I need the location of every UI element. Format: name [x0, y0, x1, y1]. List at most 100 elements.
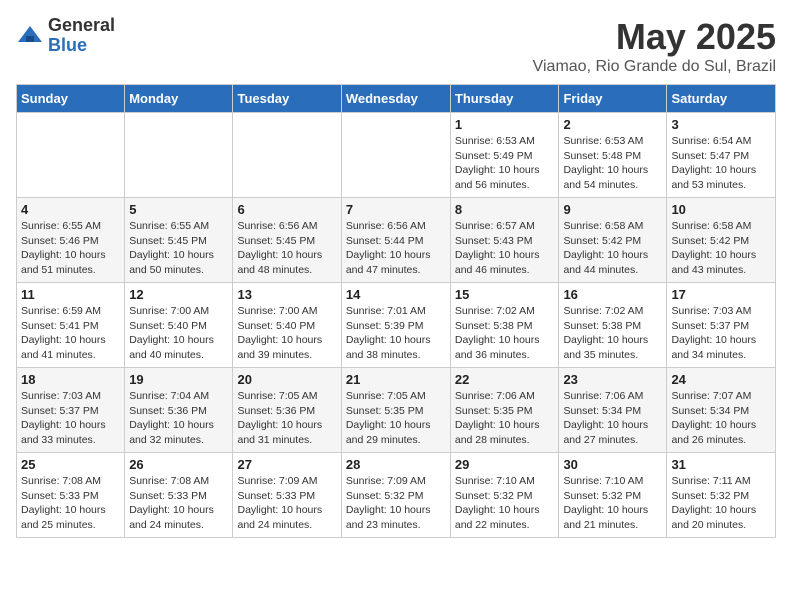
day-info: Sunrise: 6:56 AM Sunset: 5:44 PM Dayligh… — [346, 220, 431, 276]
calendar-cell: 23 Sunrise: 7:06 AM Sunset: 5:34 PM Dayli… — [559, 368, 667, 453]
calendar-cell: 18Sunrise: 7:03 AM Sunset: 5:37 PM Dayli… — [17, 368, 125, 453]
calendar-cell: 19 Sunrise: 7:04 AM Sunset: 5:36 PM Dayli… — [125, 368, 233, 453]
day-info: Sunrise: 7:05 AM Sunset: 5:36 PM Dayligh… — [237, 390, 322, 446]
day-number: 9 — [563, 202, 662, 217]
day-info: Sunrise: 7:04 AM Sunset: 5:36 PM Dayligh… — [129, 390, 214, 446]
day-info: Sunrise: 6:53 AM Sunset: 5:49 PM Dayligh… — [455, 135, 540, 191]
calendar-header-row: SundayMondayTuesdayWednesdayThursdayFrid… — [17, 85, 776, 113]
calendar-cell: 28 Sunrise: 7:09 AM Sunset: 5:32 PM Dayli… — [341, 453, 450, 538]
day-header-monday: Monday — [125, 85, 233, 113]
calendar-week-row: 25Sunrise: 7:08 AM Sunset: 5:33 PM Dayli… — [17, 453, 776, 538]
calendar-cell: 2Sunrise: 6:53 AM Sunset: 5:48 PM Daylig… — [559, 113, 667, 198]
day-number: 13 — [237, 287, 336, 302]
day-number: 6 — [237, 202, 336, 217]
calendar-cell: 22Sunrise: 7:06 AM Sunset: 5:35 PM Dayli… — [450, 368, 559, 453]
calendar-cell: 7 Sunrise: 6:56 AM Sunset: 5:44 PM Daylig… — [341, 198, 450, 283]
calendar-cell — [233, 113, 341, 198]
day-info: Sunrise: 6:57 AM Sunset: 5:43 PM Dayligh… — [455, 220, 540, 276]
calendar-cell: 9 Sunrise: 6:58 AM Sunset: 5:42 PM Daylig… — [559, 198, 667, 283]
day-info: Sunrise: 7:01 AM Sunset: 5:39 PM Dayligh… — [346, 305, 431, 361]
calendar-cell: 16Sunrise: 7:02 AM Sunset: 5:38 PM Dayli… — [559, 283, 667, 368]
day-header-thursday: Thursday — [450, 85, 559, 113]
day-header-friday: Friday — [559, 85, 667, 113]
day-header-wednesday: Wednesday — [341, 85, 450, 113]
day-header-sunday: Sunday — [17, 85, 125, 113]
calendar-cell: 5 Sunrise: 6:55 AM Sunset: 5:45 PM Daylig… — [125, 198, 233, 283]
day-number: 17 — [671, 287, 771, 302]
day-number: 29 — [455, 457, 555, 472]
day-info: Sunrise: 7:02 AM Sunset: 5:38 PM Dayligh… — [563, 305, 648, 361]
calendar-cell: 30 Sunrise: 7:10 AM Sunset: 5:32 PM Dayli… — [559, 453, 667, 538]
day-info: Sunrise: 6:58 AM Sunset: 5:42 PM Dayligh… — [563, 220, 648, 276]
calendar-cell: 26 Sunrise: 7:08 AM Sunset: 5:33 PM Dayli… — [125, 453, 233, 538]
calendar-cell: 21 Sunrise: 7:05 AM Sunset: 5:35 PM Dayli… — [341, 368, 450, 453]
day-number: 23 — [563, 372, 662, 387]
day-number: 30 — [563, 457, 662, 472]
day-info: Sunrise: 7:03 AM Sunset: 5:37 PM Dayligh… — [671, 305, 756, 361]
day-info: Sunrise: 7:06 AM Sunset: 5:34 PM Dayligh… — [563, 390, 648, 446]
day-info: Sunrise: 7:00 AM Sunset: 5:40 PM Dayligh… — [237, 305, 322, 361]
day-number: 24 — [671, 372, 771, 387]
month-title: May 2025 — [533, 16, 776, 58]
day-number: 20 — [237, 372, 336, 387]
day-info: Sunrise: 6:56 AM Sunset: 5:45 PM Dayligh… — [237, 220, 322, 276]
calendar-body: 1 Sunrise: 6:53 AM Sunset: 5:49 PM Daylig… — [17, 113, 776, 538]
logo-text: General Blue — [48, 16, 115, 56]
calendar-cell: 14Sunrise: 7:01 AM Sunset: 5:39 PM Dayli… — [341, 283, 450, 368]
calendar-cell: 8 Sunrise: 6:57 AM Sunset: 5:43 PM Daylig… — [450, 198, 559, 283]
calendar-week-row: 1 Sunrise: 6:53 AM Sunset: 5:49 PM Daylig… — [17, 113, 776, 198]
day-info: Sunrise: 7:00 AM Sunset: 5:40 PM Dayligh… — [129, 305, 214, 361]
calendar-cell — [341, 113, 450, 198]
day-number: 27 — [237, 457, 336, 472]
day-info: Sunrise: 7:10 AM Sunset: 5:32 PM Dayligh… — [563, 475, 648, 531]
logo-general-text: General — [48, 16, 115, 36]
day-number: 7 — [346, 202, 446, 217]
day-number: 5 — [129, 202, 228, 217]
calendar-table: SundayMondayTuesdayWednesdayThursdayFrid… — [16, 84, 776, 538]
day-info: Sunrise: 7:05 AM Sunset: 5:35 PM Dayligh… — [346, 390, 431, 446]
day-number: 26 — [129, 457, 228, 472]
calendar-cell: 29Sunrise: 7:10 AM Sunset: 5:32 PM Dayli… — [450, 453, 559, 538]
location-title: Viamao, Rio Grande do Sul, Brazil — [533, 58, 776, 76]
day-info: Sunrise: 7:07 AM Sunset: 5:34 PM Dayligh… — [671, 390, 756, 446]
day-number: 19 — [129, 372, 228, 387]
day-info: Sunrise: 7:11 AM Sunset: 5:32 PM Dayligh… — [671, 475, 756, 531]
day-number: 10 — [671, 202, 771, 217]
calendar-cell: 3Sunrise: 6:54 AM Sunset: 5:47 PM Daylig… — [667, 113, 776, 198]
title-area: May 2025 Viamao, Rio Grande do Sul, Braz… — [533, 16, 776, 76]
calendar-week-row: 18Sunrise: 7:03 AM Sunset: 5:37 PM Dayli… — [17, 368, 776, 453]
logo-blue-text: Blue — [48, 36, 115, 56]
day-info: Sunrise: 7:09 AM Sunset: 5:33 PM Dayligh… — [237, 475, 322, 531]
day-number: 15 — [455, 287, 555, 302]
calendar-cell: 10Sunrise: 6:58 AM Sunset: 5:42 PM Dayli… — [667, 198, 776, 283]
day-info: Sunrise: 7:02 AM Sunset: 5:38 PM Dayligh… — [455, 305, 540, 361]
day-number: 28 — [346, 457, 446, 472]
day-info: Sunrise: 6:55 AM Sunset: 5:45 PM Dayligh… — [129, 220, 214, 276]
calendar-cell: 13 Sunrise: 7:00 AM Sunset: 5:40 PM Dayli… — [233, 283, 341, 368]
day-info: Sunrise: 6:55 AM Sunset: 5:46 PM Dayligh… — [21, 220, 106, 276]
day-number: 4 — [21, 202, 120, 217]
day-info: Sunrise: 7:03 AM Sunset: 5:37 PM Dayligh… — [21, 390, 106, 446]
calendar-cell: 1 Sunrise: 6:53 AM Sunset: 5:49 PM Daylig… — [450, 113, 559, 198]
day-info: Sunrise: 7:08 AM Sunset: 5:33 PM Dayligh… — [21, 475, 106, 531]
day-info: Sunrise: 7:09 AM Sunset: 5:32 PM Dayligh… — [346, 475, 431, 531]
calendar-cell — [125, 113, 233, 198]
calendar-cell: 11Sunrise: 6:59 AM Sunset: 5:41 PM Dayli… — [17, 283, 125, 368]
day-header-tuesday: Tuesday — [233, 85, 341, 113]
day-info: Sunrise: 6:54 AM Sunset: 5:47 PM Dayligh… — [671, 135, 756, 191]
logo: General Blue — [16, 16, 115, 56]
calendar-cell: 4 Sunrise: 6:55 AM Sunset: 5:46 PM Daylig… — [17, 198, 125, 283]
calendar-cell — [17, 113, 125, 198]
day-info: Sunrise: 6:59 AM Sunset: 5:41 PM Dayligh… — [21, 305, 106, 361]
day-number: 31 — [671, 457, 771, 472]
day-number: 21 — [346, 372, 446, 387]
day-info: Sunrise: 7:08 AM Sunset: 5:33 PM Dayligh… — [129, 475, 214, 531]
day-info: Sunrise: 7:06 AM Sunset: 5:35 PM Dayligh… — [455, 390, 540, 446]
calendar-cell: 24 Sunrise: 7:07 AM Sunset: 5:34 PM Dayli… — [667, 368, 776, 453]
day-number: 8 — [455, 202, 555, 217]
calendar-cell: 31 Sunrise: 7:11 AM Sunset: 5:32 PM Dayli… — [667, 453, 776, 538]
day-number: 2 — [563, 117, 662, 132]
day-number: 12 — [129, 287, 228, 302]
day-number: 1 — [455, 117, 555, 132]
day-header-saturday: Saturday — [667, 85, 776, 113]
